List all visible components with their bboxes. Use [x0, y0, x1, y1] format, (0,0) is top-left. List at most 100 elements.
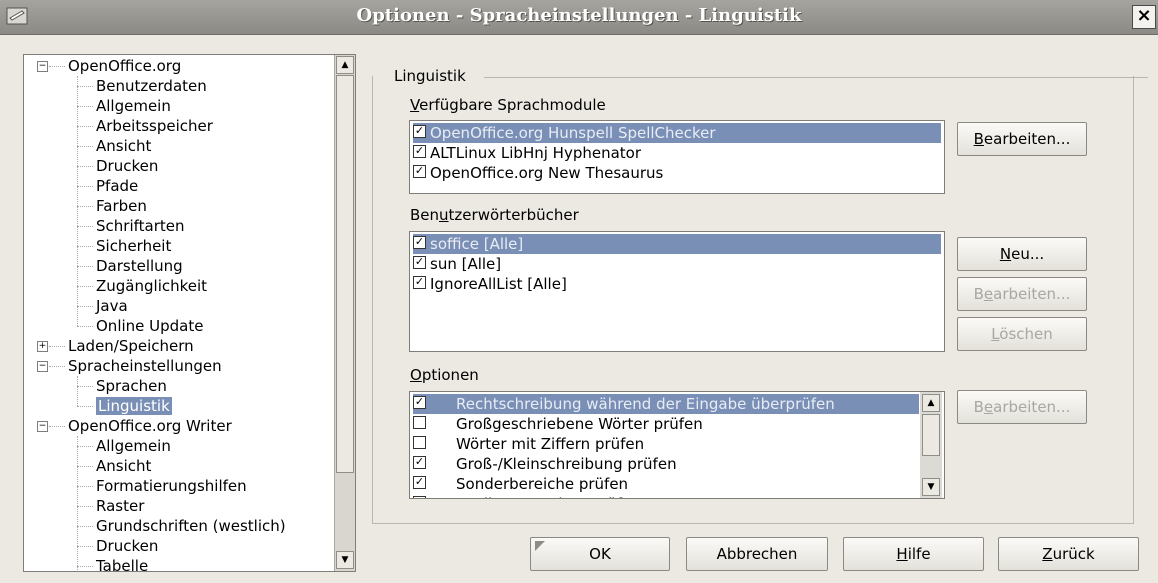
checkbox-checked-icon[interactable]: ✓ [413, 276, 426, 289]
tree-item[interactable]: Java [96, 296, 128, 316]
tree-item[interactable]: Formatierungshilfen [96, 476, 247, 496]
tree-connector [77, 86, 93, 87]
tree-item-label: Linguistik [96, 397, 172, 415]
dicts-item[interactable]: ✓ soffice [Alle] [413, 234, 941, 254]
modules-item[interactable]: ✓ OpenOffice.org Hunspell SpellChecker [413, 123, 941, 143]
options-scrollbar[interactable]: ▲ ▼ [920, 392, 942, 498]
tree-item[interactable]: Allgemein [96, 96, 171, 116]
options-scroll-up-icon[interactable]: ▲ [922, 394, 940, 412]
tree-item-label: Schriftarten [96, 217, 185, 235]
options-item-label: Groß-/Kleinschreibung prüfen [456, 455, 677, 473]
tree-item-label: Allgemein [96, 437, 171, 455]
options-item-label: Sonderbereiche prüfen [456, 475, 629, 493]
tree-item[interactable]: Tabelle [96, 556, 148, 571]
tree-item-label: Zugänglichkeit [96, 277, 208, 295]
tree-category[interactable]: OpenOffice.org [68, 56, 181, 76]
dicts-list[interactable]: ✓ soffice [Alle] ✓ sun [Alle] ✓ IgnoreAllList… [409, 231, 945, 352]
checkbox-checked-icon[interactable]: ✓ [413, 125, 426, 138]
default-marker-icon [535, 541, 545, 551]
tree-connector [77, 226, 93, 227]
dicts-delete-button[interactable]: Löschen [957, 317, 1087, 351]
dicts-item-label: IgnoreAllList [Alle] [430, 275, 567, 293]
options-edit-button[interactable]: Bearbeiten... [957, 390, 1087, 424]
dicts-item[interactable]: ✓ IgnoreAllList [Alle] [413, 274, 941, 294]
tree-item[interactable]: Allgemein [96, 436, 171, 456]
modules-edit-button[interactable]: Bearbeiten... [957, 122, 1087, 156]
tree-item[interactable]: Linguistik [96, 396, 172, 416]
tree-item[interactable]: Sprachen [96, 376, 167, 396]
tree-item[interactable]: Ansicht [96, 136, 151, 156]
checkbox-checked-icon[interactable]: ✓ [413, 476, 426, 489]
tree-item[interactable]: Drucken [96, 536, 158, 556]
tree-item[interactable]: Zugänglichkeit [96, 276, 207, 296]
options-label: Optionen [410, 366, 479, 384]
tree-item[interactable]: Ansicht [96, 456, 151, 476]
tree-connector [77, 506, 93, 507]
tree-item[interactable]: Online Update [96, 316, 203, 336]
tree-category[interactable]: OpenOffice.org Writer [68, 416, 232, 436]
tree-item[interactable]: Benutzerdaten [96, 76, 207, 96]
dicts-edit-button[interactable]: Bearbeiten... [957, 277, 1087, 311]
help-button[interactable]: Hilfe [843, 537, 984, 571]
tree-item-label: Spracheinstellungen [68, 357, 222, 375]
tree-item[interactable]: Schriftarten [96, 216, 184, 236]
options-item-label: Wörter mit Ziffern prüfen [456, 435, 645, 453]
tree-category[interactable]: Spracheinstellungen [68, 356, 222, 376]
tree-item[interactable]: Darstellung [96, 256, 183, 276]
ok-button[interactable]: OK [530, 537, 670, 571]
tree-connector [77, 486, 93, 487]
options-item[interactable]: In allen Sprachen prüfen [413, 494, 919, 498]
checkbox-checked-icon[interactable]: ✓ [413, 456, 426, 469]
options-item[interactable]: ✓ Rechtschreibung während der Eingabe übe… [413, 394, 919, 414]
collapse-icon[interactable]: − [37, 421, 48, 432]
tree-connector [77, 106, 93, 107]
tree-item[interactable]: Drucken [96, 156, 158, 176]
tree-item-label: Grundschriften (westlich) [96, 517, 286, 535]
options-item[interactable]: ✓ Sonderbereiche prüfen [413, 474, 919, 494]
collapse-icon[interactable]: − [37, 361, 48, 372]
checkbox-checked-icon[interactable]: ✓ [413, 165, 426, 178]
options-scroll-down-icon[interactable]: ▼ [922, 478, 940, 496]
tree-connector [77, 126, 93, 127]
back-button[interactable]: Zurück [998, 537, 1139, 571]
tree-item[interactable]: Sicherheit [96, 236, 171, 256]
checkbox-unchecked-icon[interactable] [413, 416, 426, 429]
scroll-up-icon[interactable]: ▲ [336, 56, 354, 74]
window-title: Optionen - Spracheinstellungen - Linguis… [356, 5, 802, 26]
collapse-icon[interactable]: − [37, 61, 48, 72]
dicts-new-button[interactable]: Neu... [957, 237, 1087, 271]
scroll-down-icon[interactable]: ▼ [336, 551, 354, 569]
tree-item-label: Farben [96, 197, 147, 215]
checkbox-unchecked-icon[interactable] [413, 496, 426, 498]
options-item[interactable]: Großgeschriebene Wörter prüfen [413, 414, 919, 434]
cancel-button[interactable]: Abbrechen [686, 537, 828, 571]
options-scroll-thumb[interactable] [922, 414, 940, 456]
close-icon[interactable]: × [1132, 5, 1156, 29]
expand-icon[interactable]: + [37, 341, 48, 352]
checkbox-checked-icon[interactable]: ✓ [413, 236, 426, 249]
tree-category[interactable]: Laden/Speichern [68, 336, 194, 356]
checkbox-unchecked-icon[interactable] [413, 436, 426, 449]
tree-connector [77, 76, 78, 326]
tree-item[interactable]: Farben [96, 196, 147, 216]
dicts-item-label: soffice [Alle] [430, 235, 524, 253]
modules-item[interactable]: ✓ ALTLinux LibHnj Hyphenator [413, 143, 941, 163]
options-item[interactable]: ✓ Groß-/Kleinschreibung prüfen [413, 454, 919, 474]
modules-item[interactable]: ✓ OpenOffice.org New Thesaurus [413, 163, 941, 183]
checkbox-checked-icon[interactable]: ✓ [413, 256, 426, 269]
checkbox-checked-icon[interactable]: ✓ [413, 396, 426, 409]
modules-list[interactable]: ✓ OpenOffice.org Hunspell SpellChecker ✓ AL… [409, 120, 945, 194]
tree-item-label: Laden/Speichern [68, 337, 194, 355]
options-list[interactable]: ✓ Rechtschreibung während der Eingabe übe… [409, 391, 945, 499]
scroll-thumb[interactable] [336, 75, 354, 473]
dicts-item[interactable]: ✓ sun [Alle] [413, 254, 941, 274]
tree-item[interactable]: Grundschriften (westlich) [96, 516, 286, 536]
options-item[interactable]: Wörter mit Ziffern prüfen [413, 434, 919, 454]
tree-item-label: Allgemein [96, 97, 171, 115]
checkbox-checked-icon[interactable]: ✓ [413, 145, 426, 158]
tree-item[interactable]: Arbeitsspeicher [96, 116, 213, 136]
tree-item[interactable]: Pfade [96, 176, 138, 196]
tree-item[interactable]: Raster [96, 496, 144, 516]
tree-scrollbar[interactable]: ▲ ▼ [334, 55, 355, 571]
tree-connector [77, 146, 93, 147]
